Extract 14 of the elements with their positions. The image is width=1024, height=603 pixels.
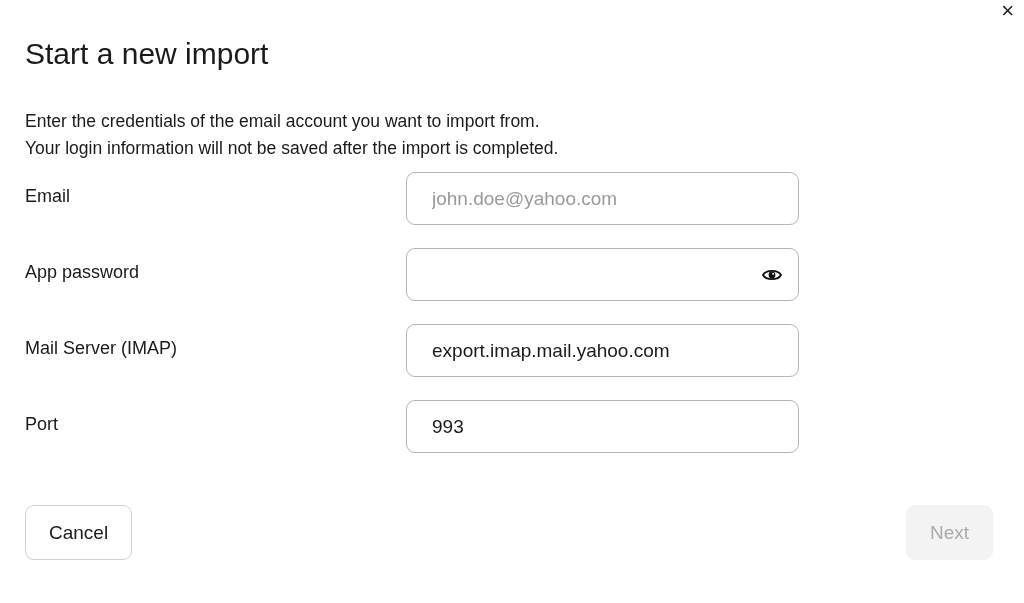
field-label: Email	[25, 186, 71, 207]
eye-icon[interactable]	[762, 267, 782, 282]
cancel-button[interactable]: Cancel	[25, 505, 133, 560]
input-field[interactable]: john.doe@yahoo.com	[406, 172, 799, 225]
field-label: Mail Server (IMAP)	[25, 338, 178, 359]
input-field[interactable]: export.imap.mail.yahoo.com	[406, 324, 799, 377]
field-label: App password	[25, 262, 141, 283]
close-button[interactable]: ×	[997, 0, 1018, 22]
dialog-title: Start a new import	[25, 36, 270, 72]
input-field[interactable]: 993	[406, 400, 799, 453]
description-text: Enter the credentials of the email account you want to import from.	[25, 110, 540, 133]
description-text: Your login information will not be saved after the import is completed.	[25, 137, 559, 160]
field-label: Port	[25, 414, 59, 435]
password-field[interactable]	[406, 248, 799, 301]
